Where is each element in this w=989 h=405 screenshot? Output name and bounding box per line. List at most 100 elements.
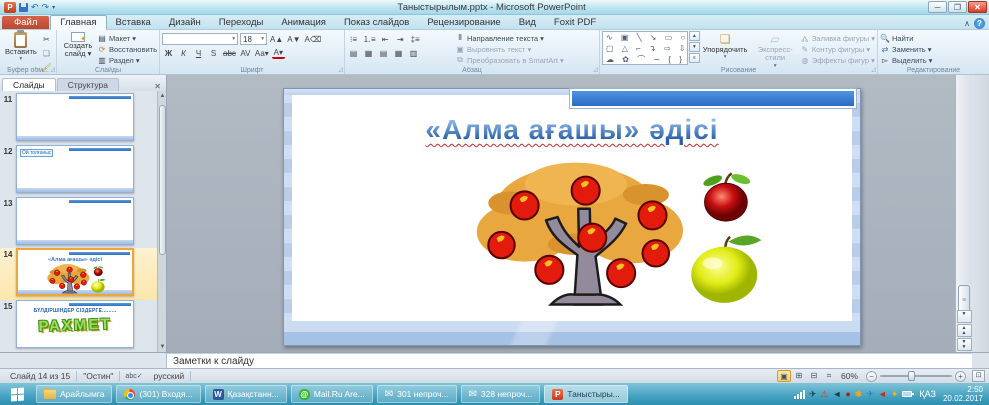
numbering-button[interactable]: ⒈≡	[362, 33, 377, 45]
select-button[interactable]: ▻Выделить ▾	[880, 55, 987, 65]
tray-icon[interactable]: ●	[845, 388, 850, 400]
new-slide-button[interactable]: Создать слайд ▾	[59, 31, 97, 65]
strikethrough-button[interactable]: abc	[222, 47, 237, 59]
zoom-slider[interactable]: − +	[863, 371, 969, 382]
help-icon[interactable]: ?	[974, 18, 985, 29]
tray-icon[interactable]: ✈	[866, 388, 874, 400]
tray-volume-icon[interactable]: ◄	[832, 388, 841, 400]
slide-thumbnail-11[interactable]: 11	[0, 93, 165, 145]
tab-transitions[interactable]: Переходы	[210, 16, 273, 29]
quick-styles-button[interactable]: ▱ Экспресс-стили▾	[750, 31, 799, 70]
minimize-ribbon-icon[interactable]: ∧	[964, 19, 970, 28]
shape-effects-button[interactable]: ◍Эффекты фигур ▾	[800, 55, 875, 65]
character-spacing-button[interactable]: AV	[239, 47, 252, 59]
align-right-button[interactable]: ▤	[377, 47, 390, 59]
slide-thumbnail-13[interactable]: 13	[0, 197, 165, 249]
tray-icon[interactable]: ✈	[809, 388, 817, 400]
paragraph-dialog-launcher[interactable]: ◿	[593, 66, 598, 73]
network-signal-icon[interactable]	[794, 390, 805, 399]
decrease-indent-button[interactable]: ⇤	[379, 33, 392, 45]
justify-button[interactable]: ▦	[392, 47, 405, 59]
find-button[interactable]: 🔍Найти	[880, 33, 987, 43]
panel-scrollbar[interactable]: ▲ ▼	[157, 91, 166, 352]
bold-button[interactable]: Ж	[162, 47, 175, 59]
minimize-button[interactable]: ─	[928, 1, 947, 13]
slideshow-button[interactable]: ⌗	[822, 370, 836, 382]
clear-formatting-button[interactable]: А⌫	[304, 33, 323, 45]
close-button[interactable]: ✕	[968, 1, 987, 13]
slide-sorter-button[interactable]: ⊞	[792, 370, 806, 382]
tab-review[interactable]: Рецензирование	[418, 16, 509, 29]
tray-icon[interactable]: ✱	[855, 388, 863, 400]
restore-button[interactable]: ❐	[948, 1, 967, 13]
replace-button[interactable]: ⇄Заменить ▾	[880, 44, 987, 54]
tab-file[interactable]: Файл	[2, 16, 49, 29]
theme-name[interactable]: "Остин"	[77, 371, 119, 381]
clock[interactable]: 2:50 20.02.2017	[943, 385, 987, 403]
drawing-dialog-launcher[interactable]: ◿	[871, 66, 876, 73]
tray-icon[interactable]: ✦	[891, 388, 899, 400]
taskbar-item-chrome[interactable]: (301) Входя...	[116, 385, 200, 403]
undo-icon[interactable]: ↶	[31, 2, 39, 13]
text-shadow-button[interactable]: S	[207, 47, 220, 59]
tab-view[interactable]: Вид	[510, 16, 545, 29]
taskbar-item-mail-328[interactable]: ✉ 328 непроч...	[461, 385, 541, 403]
tab-slides-panel[interactable]: Слайды	[2, 78, 56, 91]
normal-view-button[interactable]: ▣	[777, 370, 791, 382]
redo-icon[interactable]: ↷	[42, 2, 50, 13]
convert-smartart-button[interactable]: ⧉Преобразовать в SmartArt ▾	[455, 55, 564, 65]
increase-indent-button[interactable]: ⇥	[394, 33, 407, 45]
copy-icon[interactable]: ❏	[40, 47, 53, 59]
battery-icon[interactable]	[902, 391, 912, 397]
italic-button[interactable]: К	[177, 47, 190, 59]
font-name-combo[interactable]: ▾	[162, 33, 238, 45]
start-button[interactable]	[2, 383, 32, 405]
cut-icon[interactable]: ✂	[40, 33, 53, 45]
zoom-out-icon[interactable]: −	[866, 371, 877, 382]
panel-close-icon[interactable]: ✕	[151, 82, 164, 91]
align-center-button[interactable]: ▦	[362, 47, 375, 59]
shrink-font-button[interactable]: А▼	[286, 33, 301, 45]
shapes-gallery[interactable]: ∿ ▣ ╲ ↘ ▭ ○ ▢ △ ⌐ ↴ ⇨ ⇩ ☁ ✿ ⌒ ∼ { }	[602, 31, 688, 65]
zoom-slider-thumb[interactable]	[908, 371, 915, 381]
tab-animation[interactable]: Анимация	[272, 16, 335, 29]
arrange-button[interactable]: ❏ Упорядочить▾	[700, 31, 751, 61]
next-slide-button[interactable]: ▼▼	[957, 338, 972, 351]
language-switcher[interactable]: ҚАЗ	[916, 389, 939, 399]
slide-editor-area[interactable]: «Алма ағашы» әдісі	[167, 75, 955, 352]
bullets-button[interactable]: ⁝≡	[347, 33, 360, 45]
reset-button[interactable]: ⟳Восстановить	[97, 44, 157, 54]
tray-warning-icon[interactable]: ⚠	[820, 388, 828, 400]
taskbar-item-word[interactable]: W Қазақстанн...	[205, 385, 287, 403]
shape-fill-button[interactable]: 🝓Заливка фигуры ▾	[800, 33, 875, 43]
text-direction-button[interactable]: ⫴Направление текста ▾	[455, 33, 564, 43]
tab-home[interactable]: Главная	[50, 15, 106, 30]
slide-canvas[interactable]: «Алма ағашы» әдісі	[283, 88, 861, 346]
taskbar-item-mail-301[interactable]: ✉ 301 непроч...	[377, 385, 457, 403]
font-color-button[interactable]: А▾	[272, 47, 285, 59]
tab-design[interactable]: Дизайн	[160, 16, 210, 29]
fit-to-window-icon[interactable]: ⊡	[972, 370, 985, 382]
panel-scroll-up-icon[interactable]: ▲	[158, 93, 166, 99]
tab-foxit[interactable]: Foxit PDF	[545, 16, 605, 29]
taskbar-item-mailru[interactable]: @ Mail.Ru Are...	[291, 385, 373, 403]
apple-tree-image[interactable]	[452, 155, 782, 317]
columns-button[interactable]: ▥	[407, 47, 420, 59]
save-icon[interactable]	[19, 3, 28, 12]
taskbar-item-folder[interactable]: Арайлымга	[36, 385, 112, 403]
slide-title[interactable]: «Алма ағашы» әдісі	[284, 114, 860, 146]
underline-button[interactable]: Ч	[192, 47, 205, 59]
clipboard-dialog-launcher[interactable]: ◿	[50, 66, 55, 73]
notes-pane[interactable]: Заметки к слайду	[167, 353, 972, 368]
slide-thumbnail-14-selected[interactable]: 14 «Алма ағашы» әдісі	[0, 248, 165, 300]
slide-thumbnail-15[interactable]: 15 БҮЛДІРШІНДЕР СІЗДЕРГЕ......... РАХМЕТ	[0, 300, 165, 352]
change-case-button[interactable]: Аа▾	[254, 47, 270, 59]
slide-header-bar[interactable]	[570, 89, 856, 108]
scroll-down-icon[interactable]: ▼	[957, 310, 972, 323]
shapes-scroll-down-icon[interactable]: ▼	[689, 42, 700, 52]
layout-button[interactable]: ▤Макет ▾	[97, 33, 157, 43]
panel-scroll-thumb[interactable]	[159, 105, 166, 255]
tray-icon[interactable]: ◄	[878, 388, 887, 400]
align-text-button[interactable]: ▣Выровнять текст ▾	[455, 44, 564, 54]
language-indicator[interactable]: русский	[148, 371, 191, 381]
